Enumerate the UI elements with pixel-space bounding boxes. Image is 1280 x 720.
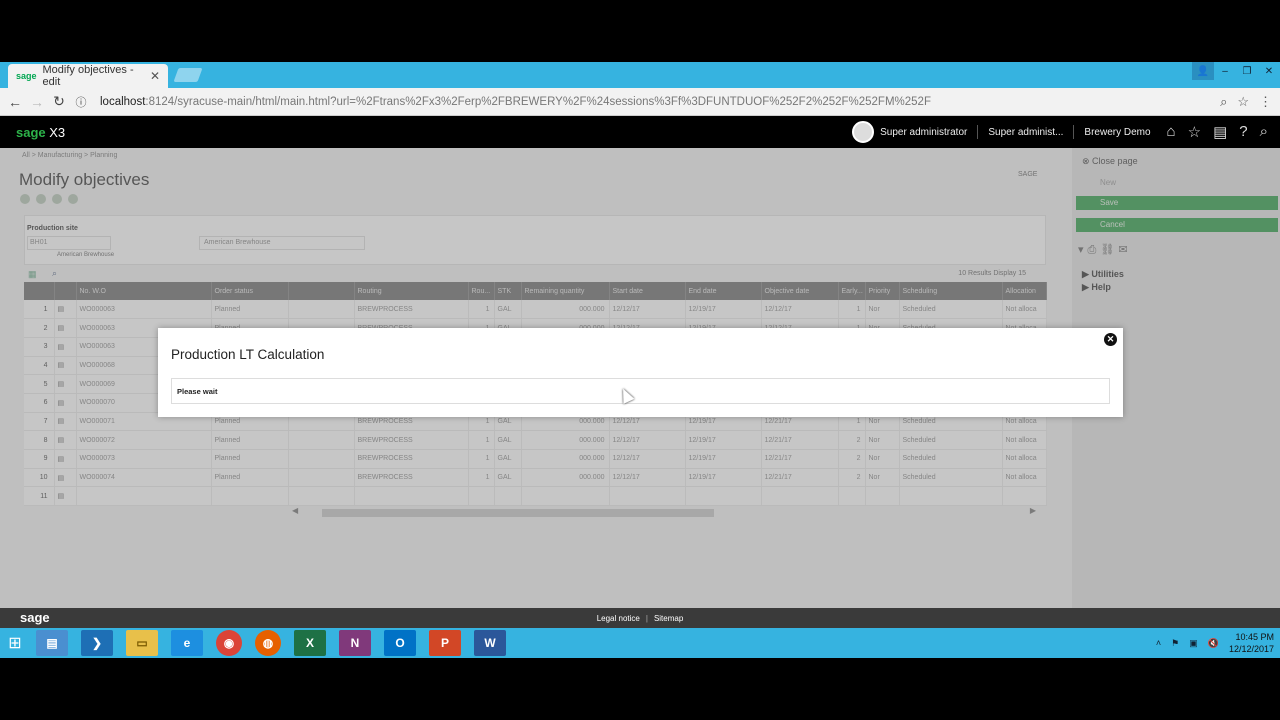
file-explorer-icon[interactable]: ▭	[126, 630, 158, 656]
server-manager-icon[interactable]: ▤	[36, 630, 68, 656]
tray-chevron-icon[interactable]: ˄	[1156, 638, 1161, 648]
sage-x3-logo[interactable]: sage X3	[16, 125, 65, 140]
home-icon[interactable]: ⌂	[1167, 123, 1176, 141]
profile-icon[interactable]: 👤	[1192, 62, 1214, 80]
dialog-close-icon[interactable]: ✕	[1104, 333, 1117, 346]
outlook-icon[interactable]: O	[384, 630, 416, 656]
user-avatar[interactable]	[852, 121, 875, 143]
clock[interactable]: 10:45 PM 12/12/2017	[1229, 631, 1274, 655]
sage-favicon-icon: sage	[16, 71, 37, 81]
tab-title: Modify objectives - edit	[42, 64, 134, 88]
forward-icon[interactable]: →	[26, 94, 48, 110]
address-bar: ← → ↻ ⓘ localhost:8124/syracuse-main/htm…	[0, 88, 1280, 116]
action-center-icon[interactable]: ▣	[1189, 638, 1198, 649]
endpoint-name[interactable]: Brewery Demo	[1084, 127, 1150, 138]
screen: sage Modify objectives - edit ✕ 👤 – ❐ ✕ …	[0, 0, 1280, 720]
url-field[interactable]: localhost:8124/syracuse-main/html/main.h…	[100, 96, 1220, 108]
powerpoint-icon[interactable]: P	[429, 630, 461, 656]
firefox-icon[interactable]: ◍	[255, 630, 281, 656]
info-icon[interactable]: ⓘ	[70, 94, 92, 110]
powershell-icon[interactable]: ❯	[81, 630, 113, 656]
dashboard-icon[interactable]: ▤	[1213, 123, 1227, 141]
close-window-icon[interactable]: ✕	[1258, 62, 1280, 80]
word-icon[interactable]: W	[474, 630, 506, 656]
internet-explorer-icon[interactable]: e	[171, 630, 203, 656]
footer-sage-logo: sage	[20, 610, 50, 625]
favorites-star-icon[interactable]: ☆	[1188, 123, 1201, 141]
tab-close-icon[interactable]: ✕	[150, 69, 160, 83]
dialog-title: Production LT Calculation	[171, 347, 325, 362]
dialog-body: Please wait	[171, 378, 1110, 404]
zoom-icon[interactable]: ⌕	[1220, 94, 1227, 110]
onenote-icon[interactable]: N	[339, 630, 371, 656]
help-icon[interactable]: ?	[1239, 123, 1247, 141]
windows-taskbar: ⊞ ▤ ❯ ▭ e ◉ ◍ X N O P W ˄ ⚑ ▣ 🔇 10:45 PM…	[0, 628, 1280, 658]
production-lt-dialog: Production LT Calculation ✕ Please wait	[158, 328, 1123, 417]
sitemap-link[interactable]: Sitemap	[654, 614, 683, 623]
user-name[interactable]: Super administrator	[880, 127, 967, 138]
sage-header: sage X3 Super administrator Super admini…	[0, 116, 1280, 148]
network-icon[interactable]: ⚑	[1171, 638, 1179, 649]
legal-notice-link[interactable]: Legal notice	[597, 614, 640, 623]
window-controls: 👤 – ❐ ✕	[1192, 62, 1280, 80]
chrome-icon[interactable]: ◉	[216, 630, 242, 656]
minimize-icon[interactable]: –	[1214, 62, 1236, 80]
search-icon[interactable]: ⌕	[1260, 123, 1268, 141]
windows-start-icon[interactable]: ⊞	[0, 628, 30, 658]
user-role[interactable]: Super administ...	[988, 127, 1063, 138]
browser-tab[interactable]: sage Modify objectives - edit ✕	[8, 64, 168, 88]
menu-dots-icon[interactable]: ⋮	[1259, 94, 1272, 110]
sage-footer: sage Legal notice | Sitemap	[0, 608, 1280, 628]
back-icon[interactable]: ←	[4, 94, 26, 110]
restore-icon[interactable]: ❐	[1236, 62, 1258, 80]
volume-muted-icon[interactable]: 🔇	[1208, 638, 1219, 649]
bookmark-star-icon[interactable]: ☆	[1237, 94, 1249, 110]
new-tab-button[interactable]	[173, 68, 203, 82]
excel-icon[interactable]: X	[294, 630, 326, 656]
please-wait-message: Please wait	[177, 387, 218, 396]
reload-icon[interactable]: ↻	[48, 93, 70, 110]
system-tray: ˄ ⚑ ▣ 🔇 10:45 PM 12/12/2017	[1156, 631, 1274, 655]
